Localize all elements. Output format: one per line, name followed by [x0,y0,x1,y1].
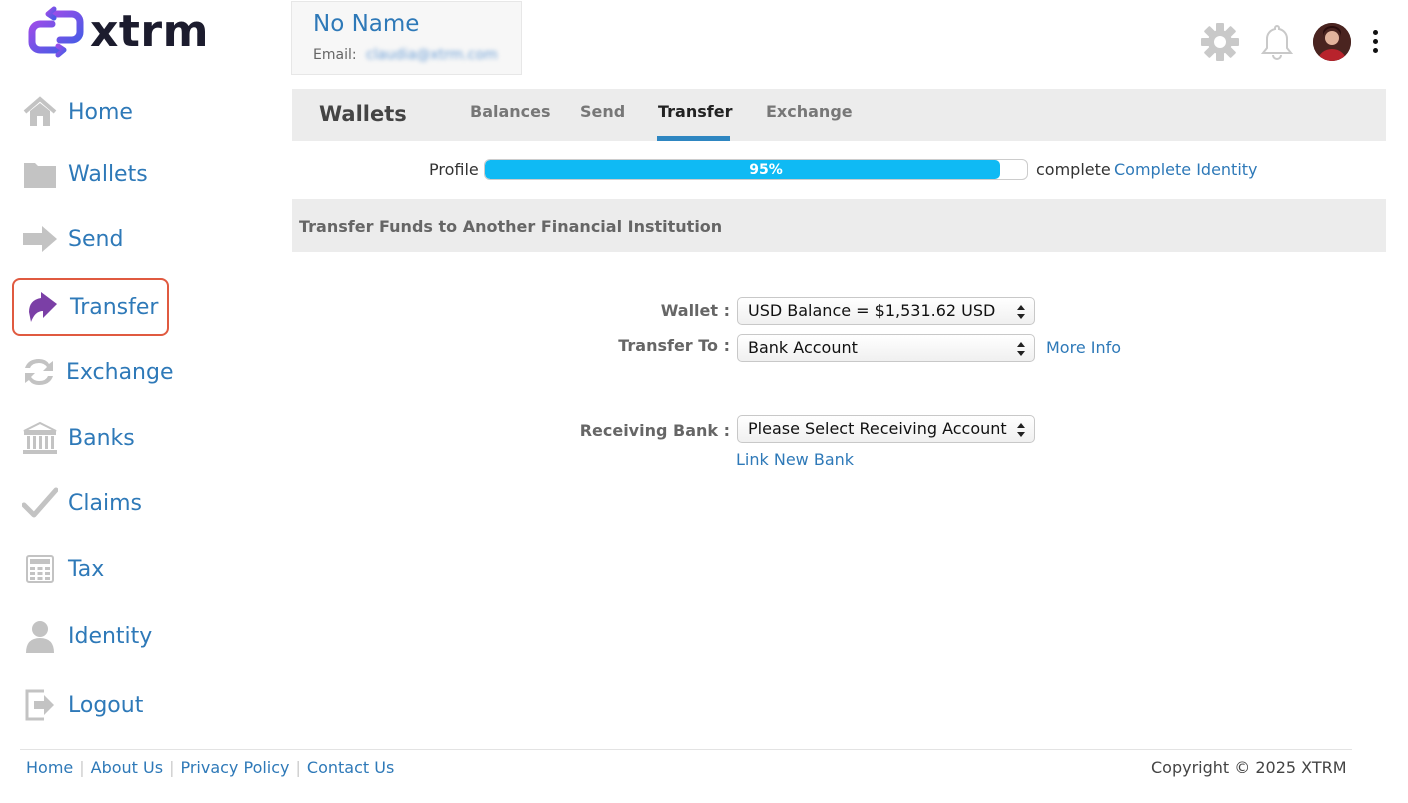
receiving-bank-label: Receiving Bank : [579,421,730,440]
bell-icon[interactable] [1259,22,1295,62]
sidebar-item-home[interactable]: Home [12,83,169,141]
wallet-label: Wallet : [660,301,730,320]
checkmark-icon [22,485,58,521]
gear-icon[interactable] [1200,22,1240,62]
kebab-menu-icon[interactable] [1371,30,1379,54]
active-tab-indicator [657,136,730,141]
footer-link-about-us[interactable]: About Us [91,758,163,777]
sidebar-item-label: Banks [68,425,135,451]
sidebar-item-banks[interactable]: Banks [12,409,169,467]
tab-exchange[interactable]: Exchange [766,102,853,121]
sidebar-item-claims[interactable]: Claims [12,474,169,532]
exchange-icon [22,354,56,390]
email-label: Email: [313,47,357,63]
sidebar-item-label: Logout [68,692,144,718]
footer-link-contact-us[interactable]: Contact Us [307,758,394,777]
sidebar-item-send[interactable]: Send [12,210,169,268]
transfer-to-select-value: Bank Account [748,338,858,357]
sidebar-item-label: Claims [68,490,142,516]
profile-complete-text: complete [1036,160,1111,179]
transfer-to-label: Transfer To : [618,336,730,355]
person-icon [22,618,58,654]
sidebar-item-label: Identity [68,623,153,649]
avatar-photo-icon [1313,23,1351,61]
wallet-tabbar: Wallets Balances Send Transfer Exchange [292,89,1386,141]
transfer-arrow-icon [24,289,60,325]
sidebar-item-transfer[interactable]: Transfer [12,278,169,336]
section-title: Transfer Funds to Another Financial Inst… [299,217,723,236]
profile-progress-bar: 95% [484,159,1028,180]
section-header: Transfer Funds to Another Financial Inst… [292,199,1386,252]
page-title: Wallets [319,102,407,126]
xtrm-logo-icon [28,6,84,58]
footer-divider [20,749,1352,750]
email-value: claudia@xtrm.com [366,47,498,63]
sidebar-item-label: Transfer [70,294,159,320]
sidebar-item-label: Tax [68,556,105,582]
arrow-right-icon [22,221,58,257]
logo[interactable]: xtrm [28,6,209,58]
more-info-link[interactable]: More Info [1046,338,1121,357]
home-icon [22,94,58,130]
profile-progress-row: Profile 95% complete Complete Identity [0,158,1408,184]
copyright-text: Copyright © 2025 XTRM [1151,758,1347,777]
receiving-bank-select-value: Please Select Receiving Account [748,419,1007,438]
logo-text: xtrm [90,6,209,57]
sidebar-item-label: Home [68,99,133,125]
footer-separator: | [169,758,175,777]
profile-label: Profile [429,160,479,179]
select-arrows-icon [1017,305,1025,319]
footer-separator: | [79,758,85,777]
sidebar-item-exchange[interactable]: Exchange [12,343,174,401]
transfer-to-select[interactable]: Bank Account [737,334,1035,362]
tab-transfer[interactable]: Transfer [658,102,732,121]
select-arrows-icon [1017,423,1025,437]
wallet-select[interactable]: USD Balance = $1,531.62 USD [737,297,1035,325]
tab-send[interactable]: Send [580,102,625,121]
sidebar-item-label: Exchange [66,359,174,385]
sidebar-item-logout[interactable]: Logout [12,676,169,734]
link-new-bank-link[interactable]: Link New Bank [736,450,854,469]
complete-identity-link[interactable]: Complete Identity [1114,160,1258,179]
sidebar-item-identity[interactable]: Identity [12,607,169,665]
progress-percent: 95% [749,162,783,178]
receiving-bank-select[interactable]: Please Select Receiving Account [737,415,1035,443]
wallet-select-value: USD Balance = $1,531.62 USD [748,301,996,320]
calculator-icon [22,551,58,587]
sidebar-item-label: Send [68,226,124,252]
select-arrows-icon [1017,342,1025,356]
footer-separator: | [295,758,301,777]
avatar[interactable] [1313,23,1351,61]
sidebar-item-tax[interactable]: Tax [12,540,169,598]
logout-icon [22,687,58,723]
user-name[interactable]: No Name [313,11,419,37]
tab-balances[interactable]: Balances [470,102,551,121]
footer-link-privacy-policy[interactable]: Privacy Policy [180,758,289,777]
user-info-box: No Name Email: claudia@xtrm.com [291,1,522,75]
footer-links: Home | About Us | Privacy Policy | Contact Us [26,758,394,777]
bank-icon [22,420,58,456]
footer-link-home[interactable]: Home [26,758,73,777]
